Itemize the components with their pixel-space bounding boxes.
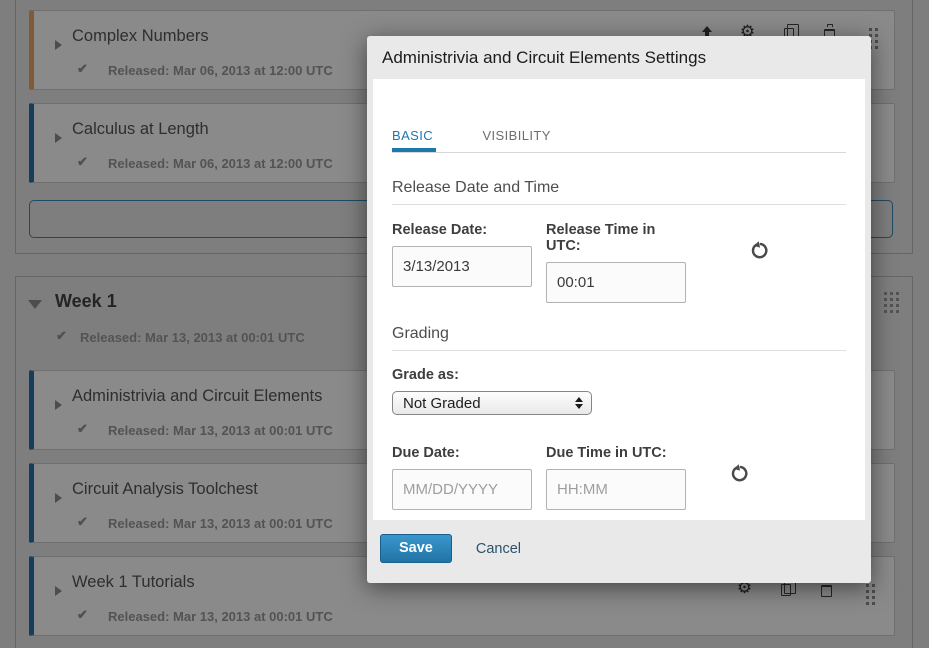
reset-icon[interactable] (730, 464, 749, 484)
due-date-input[interactable] (392, 469, 532, 510)
grade-as-value: Not Graded (403, 395, 481, 412)
grade-as-label: Grade as: (392, 367, 846, 383)
save-button[interactable]: Save (380, 534, 452, 563)
grade-as-select[interactable]: Not Graded (392, 391, 592, 415)
select-arrows-icon (575, 397, 583, 409)
modal-body: BASIC VISIBILITY Release Date and Time R… (373, 79, 865, 520)
release-date-input[interactable] (392, 246, 532, 287)
tab-basic[interactable]: BASIC (392, 128, 436, 152)
modal-footer: Save Cancel (380, 534, 521, 563)
course-outline-page: Complex Numbers ✔ Released: Mar 06, 2013… (0, 0, 929, 648)
due-field-row: Due Date: Due Time in UTC: (392, 415, 846, 510)
release-field-row: Release Date: Release Time in UTC: (392, 205, 846, 303)
tab-bar: BASIC VISIBILITY (392, 127, 846, 153)
grading-section-heading: Grading (392, 325, 846, 351)
release-time-label: Release Time in UTC: (546, 222, 686, 254)
release-date-label: Release Date: (392, 222, 532, 238)
release-section-heading: Release Date and Time (392, 179, 846, 205)
reset-icon[interactable] (750, 241, 769, 261)
release-time-input[interactable] (546, 262, 686, 303)
settings-modal: Administrivia and Circuit Elements Setti… (367, 36, 871, 583)
cancel-button[interactable]: Cancel (476, 541, 521, 557)
due-time-label: Due Time in UTC: (546, 445, 686, 461)
due-time-input[interactable] (546, 469, 686, 510)
tab-visibility[interactable]: VISIBILITY (482, 128, 553, 152)
due-date-label: Due Date: (392, 445, 532, 461)
modal-title: Administrivia and Circuit Elements Setti… (367, 36, 871, 79)
